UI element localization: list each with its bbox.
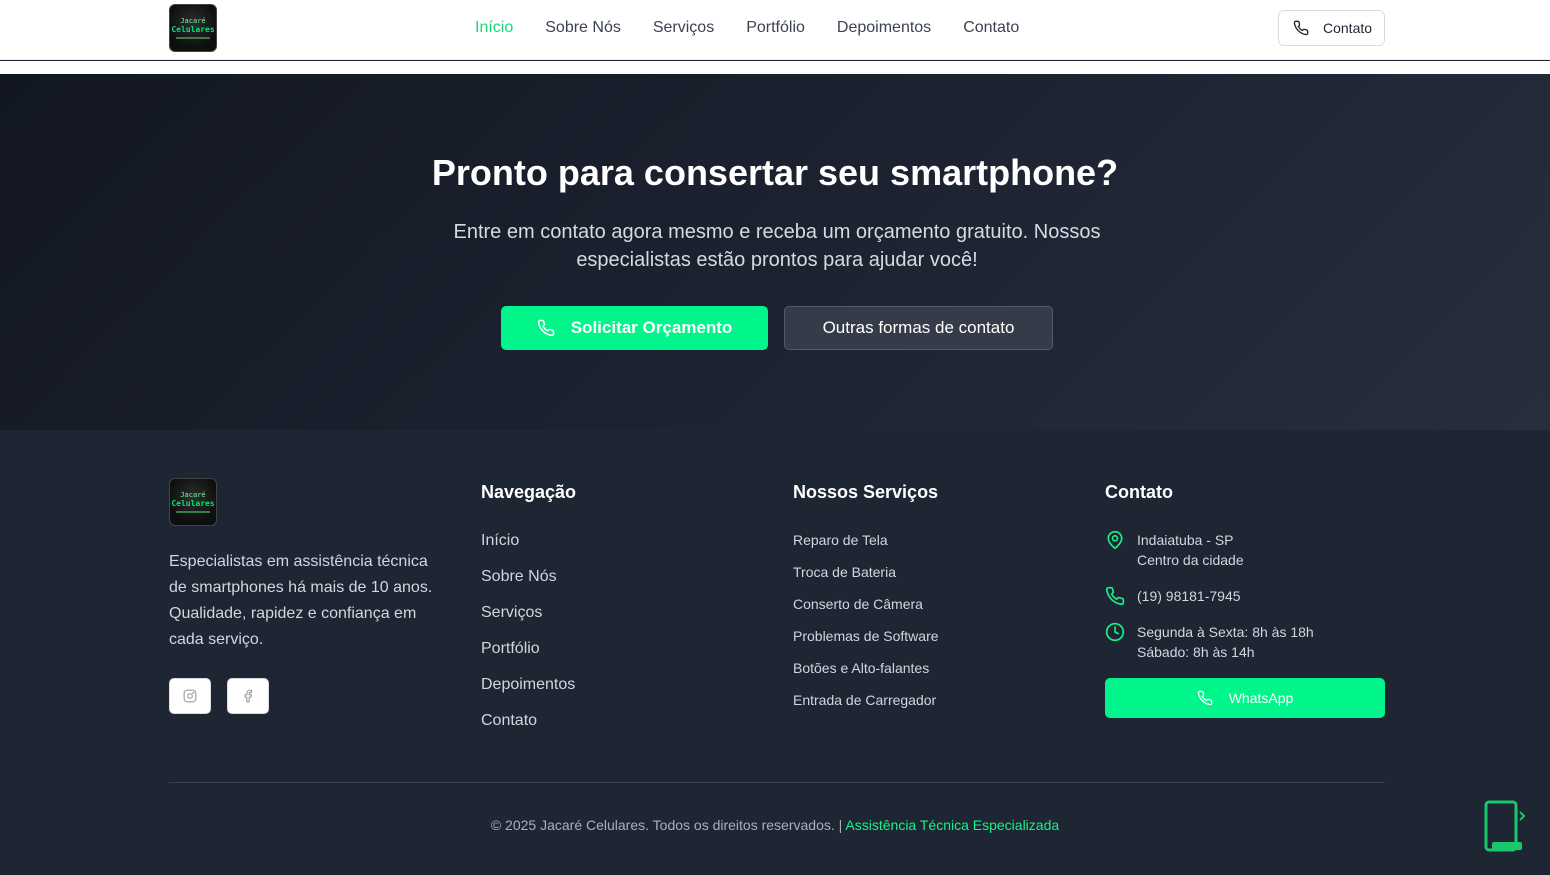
phone-icon: [1105, 586, 1125, 606]
brand-logo[interactable]: Jacaré Celulares: [169, 4, 217, 52]
facebook-icon: [244, 689, 253, 703]
clock-icon: [1105, 622, 1125, 642]
footer-divider: [169, 782, 1385, 783]
phone-icon: [1293, 20, 1309, 36]
cta-subtitle: Entre em contato agora mesmo e receba um…: [453, 221, 1101, 271]
phone-icon: [1197, 690, 1213, 706]
nav-link-inicio[interactable]: Início: [475, 19, 513, 37]
footer-nav-item[interactable]: Contato: [481, 710, 575, 746]
copyright-highlight: Assistência Técnica Especializada: [845, 817, 1060, 833]
request-quote-label: Solicitar Orçamento: [570, 318, 733, 337]
footer-services-list: Reparo de Tela Troca de Bateria Conserto…: [793, 531, 939, 723]
footer-services-title: Nossos Serviços: [793, 482, 939, 502]
service-item[interactable]: Problemas de Software: [793, 627, 939, 659]
phone-number[interactable]: (19) 98181-7945: [1137, 586, 1241, 606]
logo-underline: [176, 37, 210, 39]
service-item[interactable]: Botões e Alto-falantes: [793, 659, 939, 691]
footer-logo: Jacaré Celulares: [169, 478, 217, 526]
hours-line1: Segunda à Sexta: 8h às 18h: [1137, 624, 1314, 640]
hours-line2: Sábado: 8h às 14h: [1137, 644, 1255, 660]
service-item[interactable]: Entrada de Carregador: [793, 691, 939, 723]
footer-nav-item[interactable]: Portfólio: [481, 638, 575, 674]
contact-location: Indaiatuba - SP Centro da cidade: [1105, 530, 1244, 570]
location-line2: Centro da cidade: [1137, 552, 1244, 568]
nav-link-portfolio[interactable]: Portfólio: [746, 19, 805, 37]
instagram-button[interactable]: [169, 678, 211, 714]
header-contact-button[interactable]: Contato: [1278, 10, 1385, 46]
phone-icon: [537, 319, 554, 337]
copyright-main: © 2025 Jacaré Celulares. Todos os direit…: [490, 817, 843, 833]
contact-phone: (19) 98181-7945: [1105, 586, 1241, 606]
nav-link-servicos[interactable]: Serviços: [653, 19, 714, 37]
location-line1: Indaiatuba - SP: [1137, 532, 1234, 548]
header-contact-label: Contato: [1323, 20, 1373, 36]
contact-hours: Segunda à Sexta: 8h às 18h Sábado: 8h às…: [1105, 622, 1314, 662]
header-spacer: [0, 61, 1550, 74]
service-item[interactable]: Troca de Bateria: [793, 563, 939, 595]
whatsapp-label: WhatsApp: [1228, 690, 1294, 706]
footer-nav-item[interactable]: Serviços: [481, 602, 575, 638]
footer-nav-item[interactable]: Sobre Nós: [481, 566, 575, 602]
cta-title: Pronto para consertar seu smartphone?: [431, 152, 1119, 193]
footer-nav-item[interactable]: Início: [481, 530, 575, 566]
cta-section: Pronto para consertar seu smartphone? En…: [0, 74, 1550, 430]
copyright-text: © 2025 Jacaré Celulares. Todos os direit…: [0, 817, 1550, 833]
footer-nav-list: Início Sobre Nós Serviços Portfólio Depo…: [481, 530, 575, 746]
footer-logo-underline: [176, 511, 210, 513]
logo-line2: Celulares: [171, 25, 215, 34]
other-contact-button[interactable]: Outras formas de contato: [784, 306, 1053, 350]
footer-about-text: Especialistas em assistência técnica de …: [169, 553, 433, 648]
footer-nav-title: Navegação: [481, 482, 577, 502]
site-footer: Jacaré Celulares Especialistas em assist…: [0, 430, 1550, 875]
nav-link-depoimentos[interactable]: Depoimentos: [837, 19, 931, 37]
instagram-icon: [183, 689, 197, 703]
whatsapp-button[interactable]: WhatsApp: [1105, 678, 1385, 718]
service-item[interactable]: Conserto de Câmera: [793, 595, 939, 627]
facebook-button[interactable]: [227, 678, 269, 714]
main-nav: Início Sobre Nós Serviços Portfólio Depo…: [475, 0, 1019, 56]
footer-contact-title: Contato: [1105, 482, 1173, 502]
request-quote-button[interactable]: Solicitar Orçamento: [501, 306, 768, 350]
logo-line1: Jacaré: [180, 17, 206, 25]
service-item[interactable]: Reparo de Tela: [793, 531, 939, 563]
footer-logo-line1: Jacaré: [180, 491, 206, 499]
footer-nav-item[interactable]: Depoimentos: [481, 674, 575, 710]
footer-logo-line2: Celulares: [171, 499, 215, 508]
nav-link-contato[interactable]: Contato: [963, 19, 1019, 37]
nav-link-sobre-nos[interactable]: Sobre Nós: [545, 19, 621, 37]
top-header: Jacaré Celulares Início Sobre Nós Serviç…: [0, 0, 1550, 60]
floating-phone-icon[interactable]: [1478, 796, 1528, 856]
map-pin-icon: [1107, 530, 1123, 550]
